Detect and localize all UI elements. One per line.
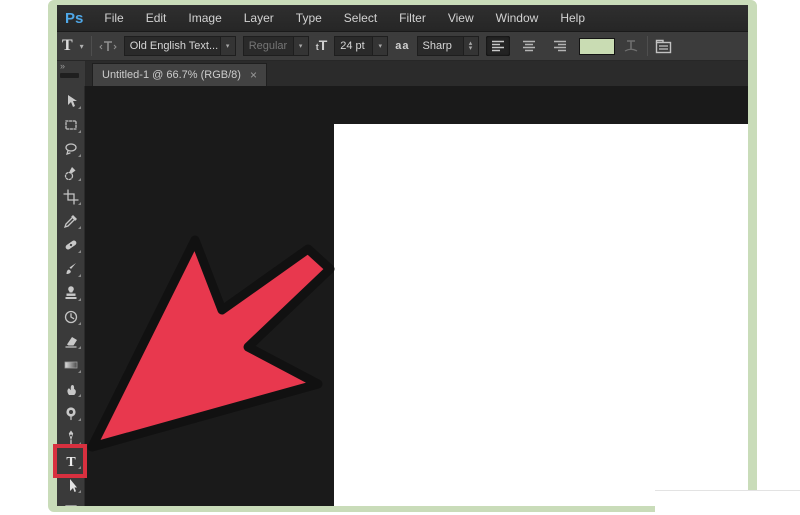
toggle-panels-icon[interactable] (655, 39, 672, 54)
menu-filter[interactable]: Filter (388, 5, 437, 31)
menu-select[interactable]: Select (333, 5, 388, 31)
toolbar-collapse-icon[interactable]: » (60, 61, 65, 71)
dodge-tool-button[interactable] (60, 403, 82, 423)
clone-stamp-tool-button[interactable] (60, 283, 82, 303)
frame-bottom-right-patch (655, 490, 800, 515)
menu-file[interactable]: File (93, 5, 134, 31)
crop-tool-icon (62, 189, 79, 205)
tool-preset-caret-icon[interactable]: ▾ (80, 42, 84, 51)
document-tab[interactable]: Untitled-1 @ 66.7% (RGB/8) × (92, 63, 267, 86)
font-style-value: Regular (248, 40, 288, 52)
rectangular-marquee-tool-button[interactable] (60, 115, 82, 135)
tab-close-icon[interactable]: × (250, 69, 257, 81)
quick-selection-tool-icon (64, 167, 75, 181)
menu-help[interactable]: Help (549, 5, 596, 31)
toolbar-header: » (57, 61, 86, 86)
font-style-select[interactable]: Regular ▾ (242, 36, 309, 56)
gradient-tool-icon (64, 361, 77, 369)
rectangle-tool-icon (64, 505, 77, 506)
spot-healing-brush-tool-icon (65, 240, 76, 250)
text-color-swatch[interactable] (578, 37, 615, 55)
menu-view[interactable]: View (437, 5, 485, 31)
move-tool-button[interactable] (60, 91, 82, 111)
smudge-tool-icon (66, 385, 76, 395)
font-style-caret-icon[interactable]: ▾ (292, 37, 308, 55)
align-center-button[interactable] (517, 36, 541, 56)
font-size-select[interactable]: 24 pt ▾ (334, 36, 389, 56)
toolbar-grip[interactable] (60, 73, 79, 78)
align-left-button[interactable] (485, 36, 510, 56)
move-tool-icon (67, 95, 77, 107)
eyedropper-tool-button[interactable] (60, 211, 82, 231)
eyedropper-tool-icon (63, 215, 77, 229)
type-tool-highlight-box (53, 444, 87, 478)
tab-bar: » Untitled-1 @ 66.7% (RGB/8) × (57, 61, 748, 86)
document-tab-title: Untitled-1 @ 66.7% (RGB/8) (102, 69, 241, 81)
rectangular-marquee-tool-icon (64, 120, 77, 130)
menu-window[interactable]: Window (485, 5, 550, 31)
dodge-tool-icon (65, 407, 76, 421)
menu-image[interactable]: Image (177, 5, 232, 31)
anti-alias-caret-icon[interactable]: ▴ ▾ (462, 37, 478, 55)
font-size-caret-icon[interactable]: ▾ (372, 37, 388, 55)
photoshop-window: Ps File Edit Image Layer Type Select Fil… (57, 5, 748, 506)
anti-alias-value: Sharp (422, 40, 452, 52)
font-size-value: 24 pt (340, 40, 365, 52)
smudge-tool-button[interactable] (60, 379, 82, 399)
document-canvas[interactable] (334, 124, 748, 506)
anti-alias-select[interactable]: Sharp ▴ ▾ (416, 36, 479, 56)
font-size-icon: tT (315, 37, 328, 53)
brush-tool-icon (66, 263, 76, 274)
red-arrow-annotation (87, 235, 335, 452)
font-family-caret-icon[interactable]: ▾ (219, 37, 235, 55)
photoshop-logo: Ps (65, 9, 84, 27)
screenshot-root: Ps File Edit Image Layer Type Select Fil… (0, 0, 800, 515)
lasso-tool-button[interactable] (60, 139, 82, 159)
options-bar: T ▾ Old English Text... ▾ Regular ▾ tT 2… (57, 32, 748, 61)
divider (90, 36, 92, 56)
gradient-tool-button[interactable] (60, 355, 82, 375)
font-family-value: Old English Text... (129, 40, 219, 52)
divider (646, 36, 648, 56)
eraser-tool-button[interactable] (60, 331, 82, 351)
quick-selection-tool-button[interactable] (60, 163, 82, 183)
pen-tool-icon (68, 430, 73, 445)
tool-preset-icon[interactable]: T (62, 37, 73, 55)
brush-tool-button[interactable] (60, 259, 82, 279)
anti-alias-icon: aa (395, 40, 410, 52)
menu-layer[interactable]: Layer (233, 5, 285, 31)
clone-stamp-tool-icon (65, 286, 76, 299)
history-brush-tool-button[interactable] (60, 307, 82, 327)
menu-edit[interactable]: Edit (135, 5, 178, 31)
spot-healing-brush-tool-button[interactable] (60, 235, 82, 255)
eraser-tool-icon (64, 337, 77, 348)
text-orientation-icon[interactable] (98, 38, 117, 54)
path-selection-tool-icon (69, 479, 77, 492)
crop-tool-button[interactable] (60, 187, 82, 207)
warp-text-icon[interactable] (622, 38, 640, 54)
align-right-button[interactable] (548, 36, 572, 56)
path-selection-tool-button[interactable] (60, 475, 82, 495)
history-brush-tool-icon (64, 310, 77, 324)
lasso-tool-icon (64, 143, 77, 156)
rectangle-tool-button[interactable] (60, 499, 82, 506)
menu-bar: Ps File Edit Image Layer Type Select Fil… (57, 5, 748, 32)
workspace: T (57, 86, 748, 506)
menu-type[interactable]: Type (285, 5, 333, 31)
font-family-select[interactable]: Old English Text... ▾ (123, 36, 236, 56)
